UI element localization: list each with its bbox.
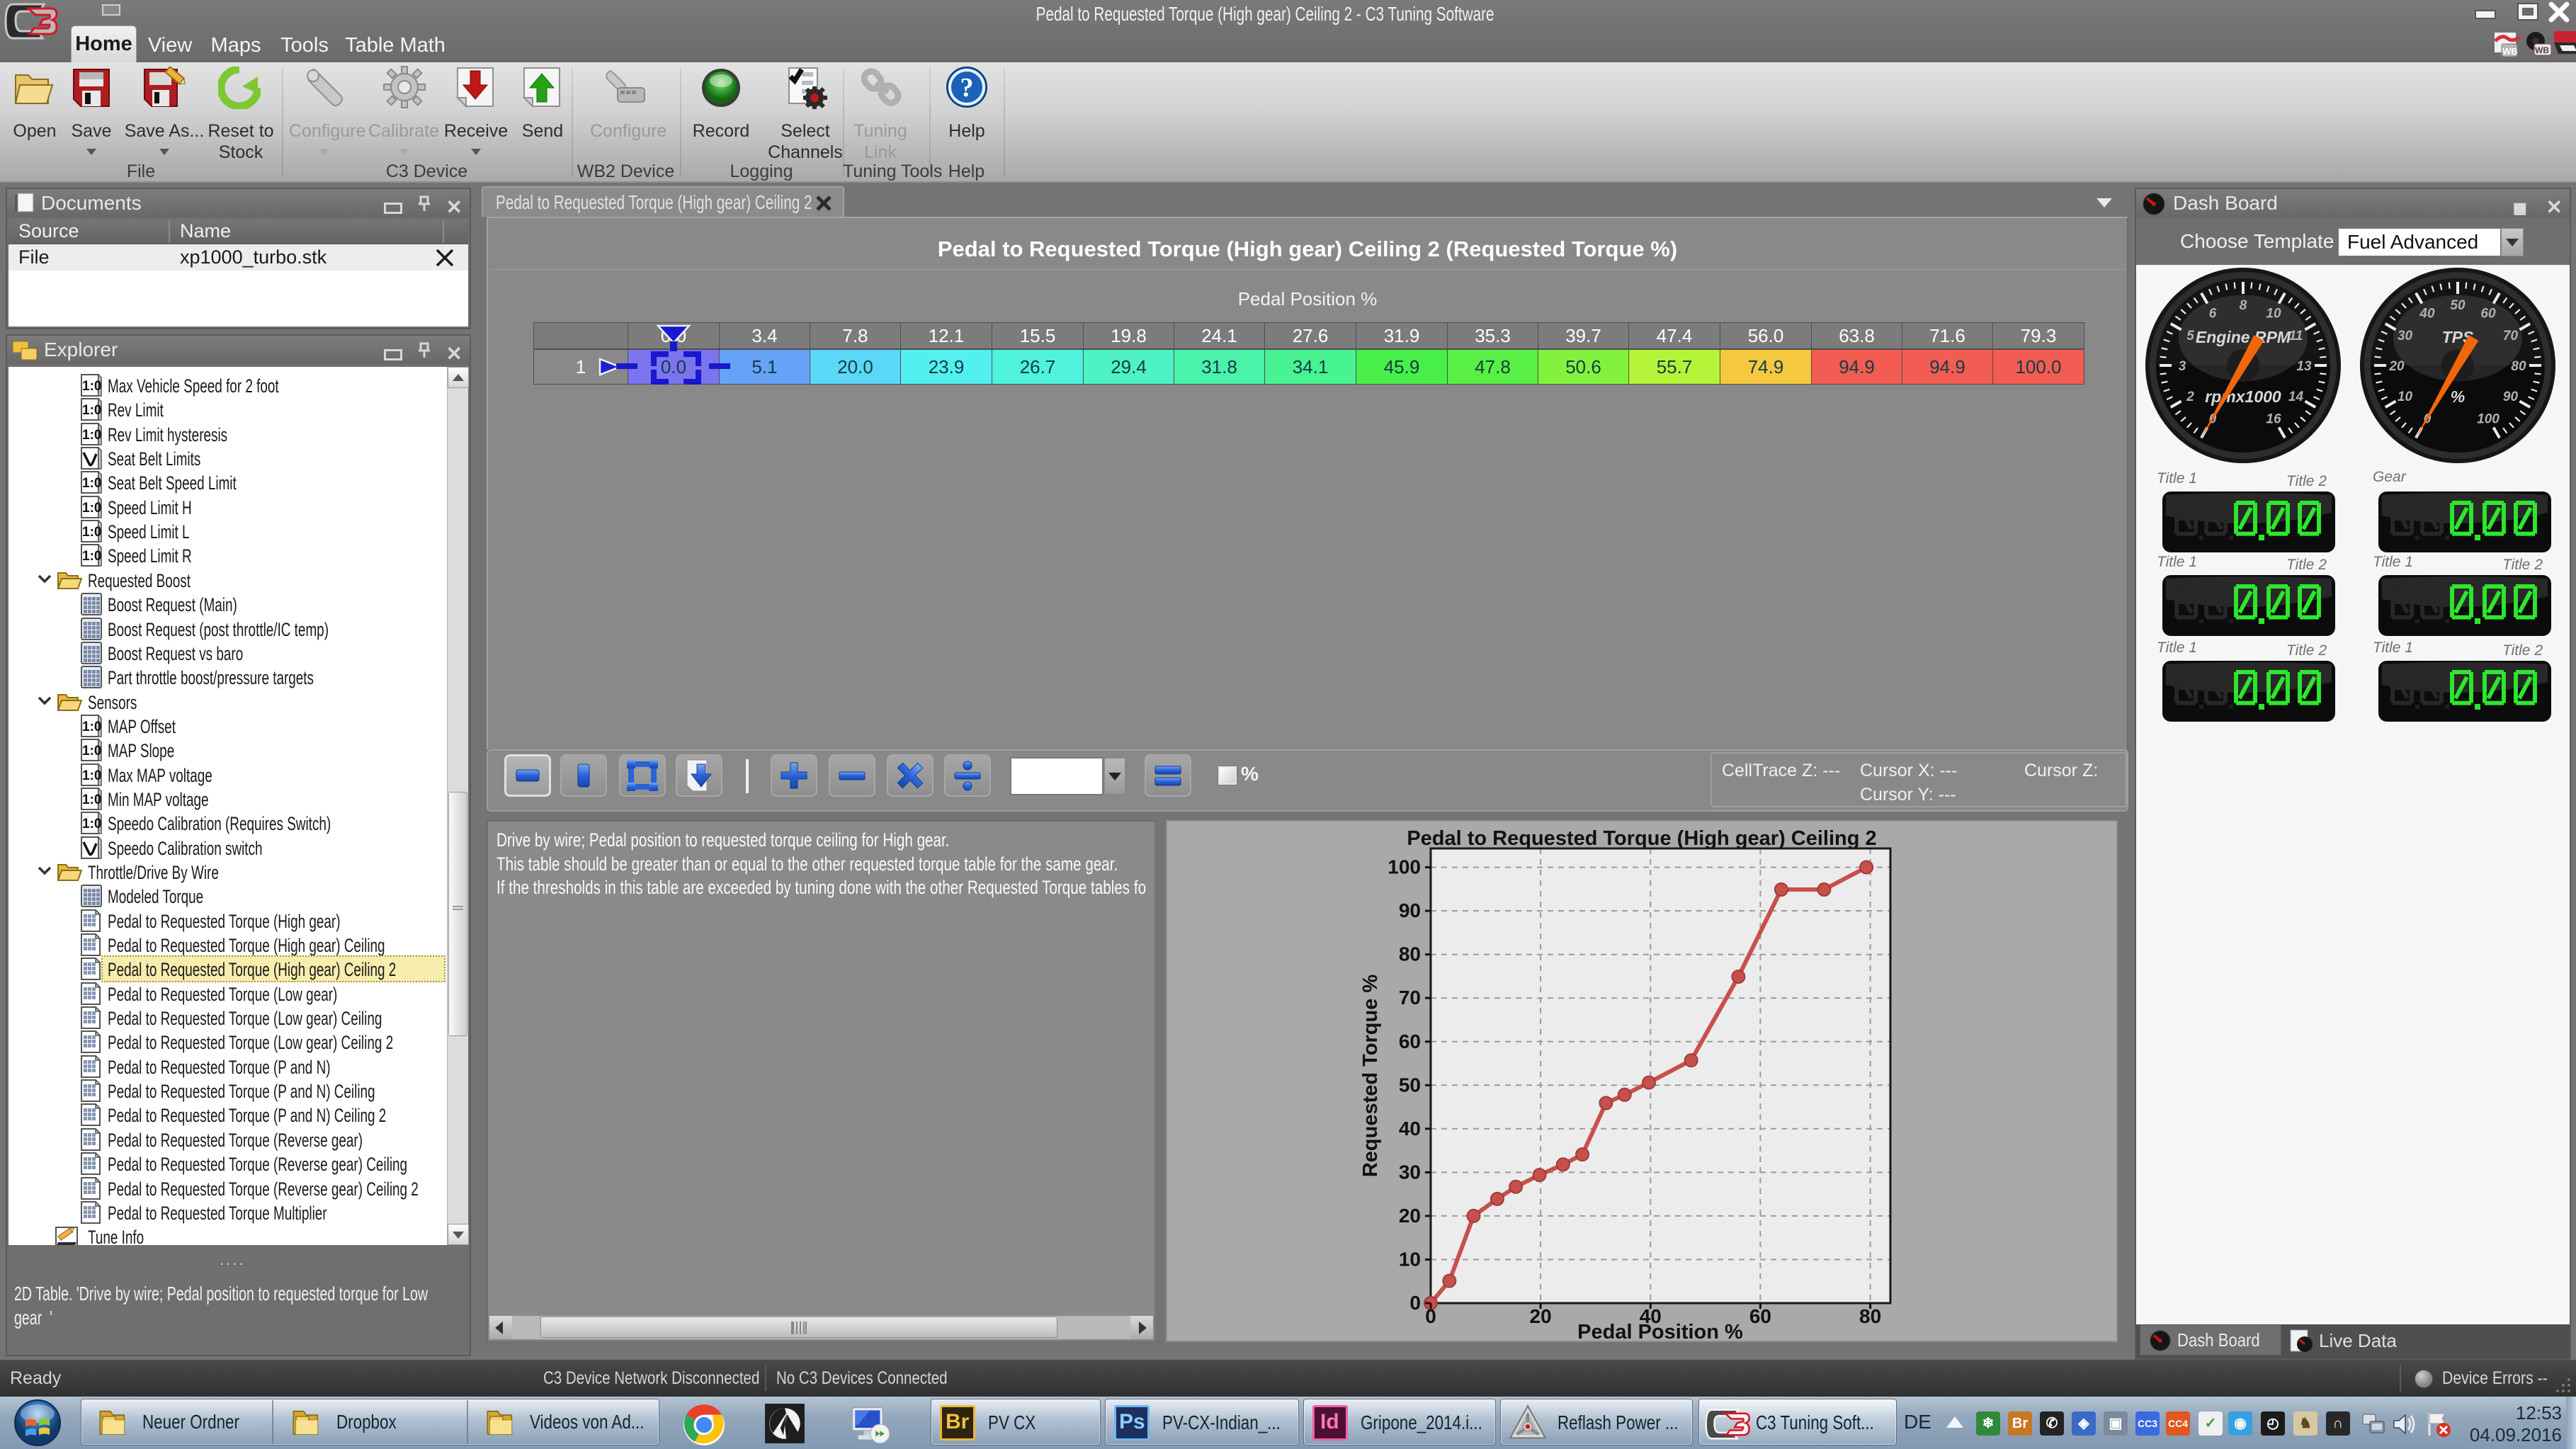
svg-text:6: 6 bbox=[2209, 307, 2217, 322]
svg-text:2: 2 bbox=[2186, 390, 2194, 404]
svg-text:Requested Torque %: Requested Torque % bbox=[1359, 974, 1382, 1177]
svg-text:Engine RPM: Engine RPM bbox=[2196, 328, 2291, 346]
svg-text:8: 8 bbox=[2240, 298, 2247, 313]
svg-text:rpmx1000: rpmx1000 bbox=[2205, 387, 2281, 406]
svg-text:1:0: 1:0 bbox=[82, 525, 101, 540]
svg-text:50: 50 bbox=[2450, 298, 2466, 313]
svg-text:60: 60 bbox=[1399, 1030, 1421, 1052]
svg-text:80: 80 bbox=[2511, 359, 2526, 374]
svg-text:?: ? bbox=[960, 73, 974, 103]
svg-text:10: 10 bbox=[1399, 1249, 1421, 1271]
svg-text:WB: WB bbox=[2535, 45, 2549, 55]
svg-text:0: 0 bbox=[1409, 1292, 1421, 1314]
svg-text:Title 1: Title 1 bbox=[2157, 554, 2197, 570]
svg-text:13: 13 bbox=[2296, 359, 2312, 374]
svg-text:Pedal Position %: Pedal Position % bbox=[1577, 1321, 1743, 1341]
svg-text:Title 2: Title 2 bbox=[2286, 642, 2327, 659]
svg-text:20: 20 bbox=[1399, 1205, 1421, 1227]
svg-text:Title 2: Title 2 bbox=[2502, 642, 2543, 659]
svg-text:1:0: 1:0 bbox=[82, 720, 101, 734]
svg-text:16: 16 bbox=[2266, 412, 2281, 427]
svg-text:50: 50 bbox=[1399, 1074, 1421, 1096]
svg-text:70: 70 bbox=[1399, 987, 1421, 1008]
svg-text:60: 60 bbox=[2480, 307, 2496, 322]
svg-text:1:0: 1:0 bbox=[82, 403, 101, 418]
svg-text:1:0: 1:0 bbox=[82, 792, 101, 807]
svg-text:1:0: 1:0 bbox=[82, 768, 101, 783]
svg-text:5: 5 bbox=[2186, 329, 2194, 343]
svg-text:Title 2: Title 2 bbox=[2286, 473, 2327, 489]
svg-text:Title 1: Title 1 bbox=[2157, 470, 2197, 487]
svg-text:40: 40 bbox=[2419, 307, 2435, 322]
svg-text:90: 90 bbox=[1399, 899, 1421, 921]
svg-text:30: 30 bbox=[2398, 329, 2413, 343]
svg-text:%: % bbox=[2451, 387, 2465, 406]
svg-text:1:0: 1:0 bbox=[82, 476, 101, 491]
svg-text:40: 40 bbox=[1399, 1118, 1421, 1140]
svg-text:1:0: 1:0 bbox=[82, 817, 101, 831]
svg-text:WB: WB bbox=[2502, 46, 2518, 57]
svg-text:Gear: Gear bbox=[2373, 469, 2407, 485]
svg-text:90: 90 bbox=[2503, 390, 2519, 404]
svg-text:Title 1: Title 1 bbox=[2373, 640, 2413, 656]
svg-text:30: 30 bbox=[1399, 1161, 1421, 1183]
svg-text:1:0: 1:0 bbox=[82, 501, 101, 516]
svg-text:Title 2: Title 2 bbox=[2286, 557, 2327, 573]
svg-text:1:0: 1:0 bbox=[82, 379, 101, 394]
svg-text:10: 10 bbox=[2266, 307, 2281, 322]
svg-text:3: 3 bbox=[2179, 359, 2186, 374]
svg-text:14: 14 bbox=[2288, 390, 2304, 404]
svg-text:100: 100 bbox=[2477, 412, 2500, 427]
svg-text:Title 1: Title 1 bbox=[2157, 640, 2197, 656]
svg-text:10: 10 bbox=[2398, 390, 2413, 404]
svg-text:20: 20 bbox=[2388, 359, 2405, 374]
svg-text:1:0: 1:0 bbox=[82, 549, 101, 564]
svg-text:1:0: 1:0 bbox=[82, 428, 101, 443]
svg-text:Title 1: Title 1 bbox=[2373, 554, 2413, 570]
svg-text:1:0: 1:0 bbox=[82, 744, 101, 758]
svg-text:11: 11 bbox=[2289, 329, 2303, 343]
svg-text:70: 70 bbox=[2503, 329, 2519, 343]
svg-text:Title 2: Title 2 bbox=[2502, 557, 2543, 573]
svg-text:80: 80 bbox=[1399, 943, 1421, 965]
svg-text:100: 100 bbox=[1388, 856, 1421, 878]
